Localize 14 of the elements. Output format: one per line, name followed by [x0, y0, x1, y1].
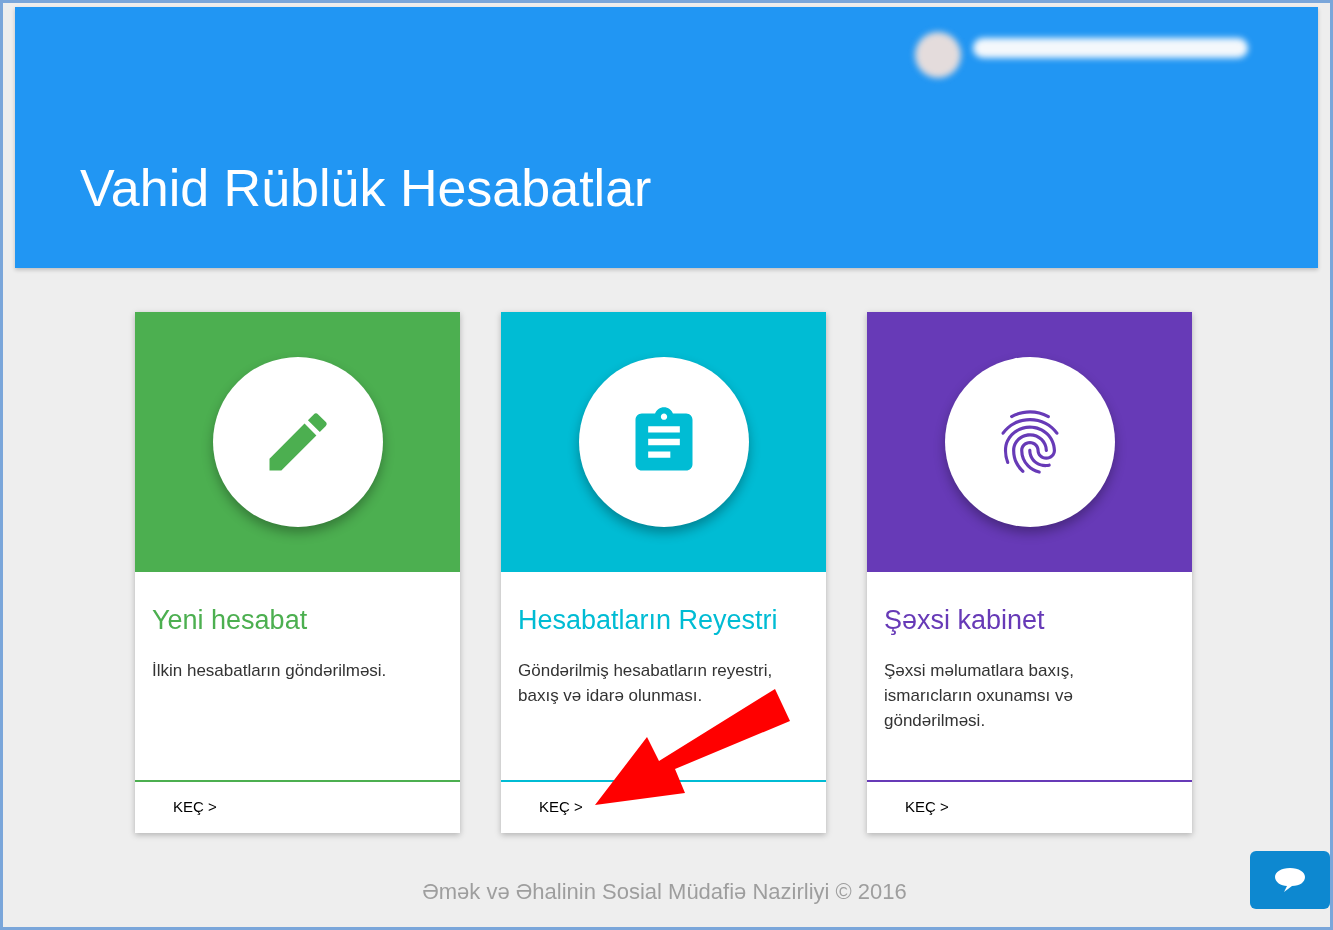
go-link[interactable]: KEÇ >: [173, 796, 217, 819]
go-link[interactable]: KEÇ >: [539, 796, 583, 819]
chat-button[interactable]: [1250, 851, 1330, 909]
speech-bubble-icon: [1273, 867, 1307, 893]
card-description: İlkin hesabatların göndərilməsi.: [152, 660, 388, 682]
card-title: Şəxsi kabinet: [884, 604, 1046, 637]
page-title: Vahid Rüblük Hesabatlar: [80, 158, 653, 218]
go-link[interactable]: KEÇ >: [905, 796, 949, 819]
footer-text: Əmək və Əhalinin Sosial Müdafiə Nazirliyi © 2016: [422, 878, 907, 906]
card-title: Yeni hesabat: [152, 604, 309, 637]
avatar[interactable]: [915, 32, 961, 78]
card-description: Göndərilmiş hesabatların reyestri, baxış və idarə olunması.: [518, 660, 774, 707]
card-title: Hesabatların Reyestri: [518, 604, 779, 637]
card-description: Şəxsi məlumatlara baxış, ismarıcların oxunamsı və göndərilməsi.: [884, 660, 1075, 732]
